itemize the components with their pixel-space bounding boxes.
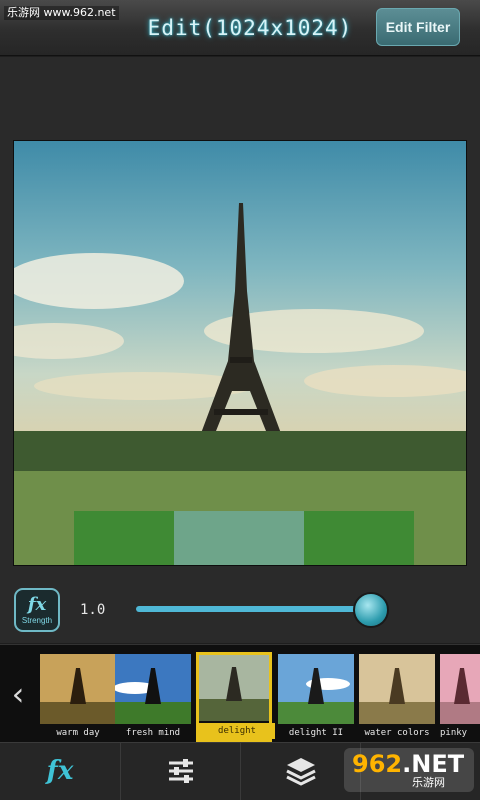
- filter-name: fresh mind: [125, 728, 181, 738]
- eiffel-tower-photo: [14, 203, 466, 565]
- strength-label: Strength: [21, 616, 53, 625]
- filter-preview: [199, 655, 275, 721]
- filter-name: warm day: [56, 728, 100, 738]
- watermark-prefix: 962: [352, 750, 403, 778]
- filter-preview: [40, 654, 116, 724]
- adjustments-icon: [168, 759, 193, 783]
- filter-thumb-fresh-mind[interactable]: fresh mind: [115, 654, 191, 740]
- strength-value: 1.0: [80, 602, 106, 618]
- back-arrow-icon[interactable]: ‹: [0, 672, 36, 716]
- tab-layers[interactable]: [240, 742, 360, 800]
- strength-slider-track[interactable]: [136, 606, 372, 612]
- filter-thumb-pinky[interactable]: pinky: [440, 654, 480, 740]
- tab-fx[interactable]: fx: [0, 742, 120, 800]
- filter-preview: [359, 654, 435, 724]
- filter-name: delight II: [288, 728, 344, 738]
- filter-name: water colors: [364, 728, 430, 738]
- filter-name: delight: [199, 723, 275, 739]
- filter-preview: [278, 654, 354, 724]
- fx-icon: fx: [46, 756, 74, 786]
- filter-preview: [115, 654, 191, 724]
- layers-icon: [285, 758, 316, 786]
- preview-photo: [13, 140, 467, 566]
- edit-filter-button[interactable]: Edit Filter: [376, 8, 460, 46]
- fx-icon: fx: [27, 594, 47, 615]
- watermark-text: 乐游网 www.962.net: [4, 6, 119, 20]
- filter-thumb-delight-ii[interactable]: delight II: [278, 654, 354, 740]
- tab-adjust[interactable]: [120, 742, 240, 800]
- filter-thumb-water-colors[interactable]: water colors: [359, 654, 435, 740]
- watermark-small: 乐游网: [412, 777, 445, 789]
- filter-name: pinky: [440, 728, 468, 738]
- page-title: Edit(1024x1024): [147, 16, 353, 40]
- filter-preview: [440, 654, 480, 724]
- fx-strength-button[interactable]: fx Strength: [14, 588, 60, 632]
- strength-slider-thumb[interactable]: [353, 592, 389, 628]
- filter-thumb-delight[interactable]: delight: [196, 652, 275, 742]
- top-bar: 乐游网 www.962.net Edit(1024x1024) Edit Fil…: [0, 0, 480, 56]
- watermark-logo: 962.NET 乐游网: [344, 748, 474, 792]
- filter-thumb-warm-day[interactable]: warm day: [40, 654, 116, 740]
